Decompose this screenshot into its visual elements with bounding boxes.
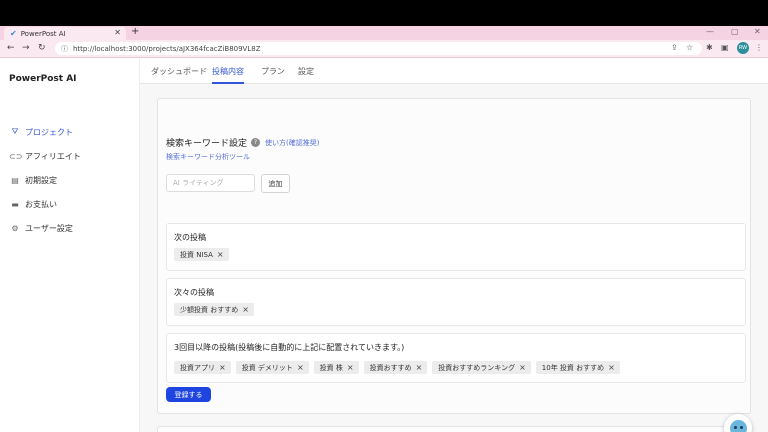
browser-tab-bar: ✔ PowerPost AI ✕ + — ▢ ✕ <box>0 26 768 40</box>
info-icon[interactable]: ⓘ <box>61 44 68 54</box>
maximize-icon[interactable]: ▢ <box>731 27 739 36</box>
keyword-settings-card: 検索キーワード設定 ? 使い方(確認推奨) 検索キーワード分析ツール 追加 次の… <box>157 98 751 414</box>
gear-icon: ⚙ <box>11 223 19 233</box>
section-title: 検索キーワード設定 ? 使い方(確認推奨) <box>166 136 319 149</box>
sidebar-item-payment[interactable]: ▬ お支払い <box>9 197 57 211</box>
briefcase-icon: ▤ <box>11 175 19 185</box>
sidebar-item-label: 初期設定 <box>25 175 57 185</box>
affiliate-icon: ⊂⊃ <box>9 151 23 161</box>
sidebar-item-affiliate[interactable]: ⊂⊃ アフィリエイト <box>9 149 81 163</box>
browser-toolbar: ← → ↻ ⓘ http://localhost:3000/projects/a… <box>0 40 768 58</box>
sidebar-item-label: アフィリエイト <box>25 151 81 161</box>
remove-chip-icon[interactable]: × <box>242 305 249 314</box>
secondary-card <box>157 426 751 432</box>
third-onward-post-panel: 3回目以降の投稿(投稿後に自動的に上記に配置されていきます。) 投資アプリ × … <box>166 333 746 383</box>
sidepanel-icon[interactable]: ▣ <box>721 43 729 52</box>
chip-label: 投資アプリ <box>180 363 215 372</box>
sidebar-item-label: プロジェクト <box>25 127 73 137</box>
keyword-chip: 投資おすすめ × <box>363 361 428 374</box>
chatbot-icon <box>729 419 747 432</box>
sidebar-item-project[interactable]: ⛛ プロジェクト <box>9 125 73 139</box>
chip-label: 少額投資 おすすめ <box>180 305 239 314</box>
keyword-chip: 投資おすすめランキング × <box>432 361 531 374</box>
favicon-icon: ✔ <box>10 29 17 38</box>
panel-title: 次の投稿 <box>174 233 206 242</box>
profile-avatar[interactable]: RW <box>737 42 749 54</box>
new-tab-button[interactable]: + <box>131 26 139 37</box>
chip-label: 10年 投資 おすすめ <box>541 363 605 372</box>
remove-chip-icon[interactable]: × <box>519 363 526 372</box>
forward-icon[interactable]: → <box>22 43 30 53</box>
keyword-input[interactable] <box>166 174 255 192</box>
main-content: 検索キーワード設定 ? 使い方(確認推奨) 検索キーワード分析ツール 追加 次の… <box>140 84 768 432</box>
panel-title: 次々の投稿 <box>174 288 214 297</box>
remove-chip-icon[interactable]: × <box>217 250 224 259</box>
brand-title: PowerPost AI <box>9 74 77 84</box>
keyword-chip: 投資 株 × <box>313 361 359 374</box>
next-post-panel: 次の投稿 投資 NISA × <box>166 223 746 271</box>
share-icon[interactable]: ⇪ <box>671 43 678 52</box>
chip-label: 投資おすすめ <box>369 363 412 372</box>
section-title-text: 検索キーワード設定 <box>166 139 248 149</box>
chip-label: 投資 NISA <box>180 250 213 259</box>
keyword-chip: 投資 デメリット × <box>235 361 309 374</box>
sidebar-item-label: お支払い <box>25 199 57 209</box>
chip-label: 投資 株 <box>319 363 343 372</box>
add-keyword-button[interactable]: 追加 <box>261 174 290 193</box>
chip-row: 投資アプリ × 投資 デメリット × 投資 株 × 投資おすすめ × 投資おすす… <box>174 361 620 374</box>
register-button[interactable]: 登録する <box>166 387 211 402</box>
remove-chip-icon[interactable]: × <box>297 363 304 372</box>
sidebar: PowerPost AI ⛛ プロジェクト ⊂⊃ アフィリエイト ▤ 初期設定 … <box>0 58 140 432</box>
keyword-analysis-tool-link[interactable]: 検索キーワード分析ツール <box>166 152 250 162</box>
minimize-icon[interactable]: — <box>706 27 714 36</box>
url-text: http://localhost:3000/projects/aJX364fca… <box>73 44 261 53</box>
remove-chip-icon[interactable]: × <box>347 363 354 372</box>
back-icon[interactable]: ← <box>7 43 15 53</box>
chip-row: 少額投資 おすすめ × <box>174 303 254 316</box>
sidebar-item-label: ユーザー設定 <box>25 223 73 233</box>
tab-post-content[interactable]: 投稿内容 <box>212 66 244 84</box>
browser-tab-title: PowerPost AI <box>20 29 66 38</box>
browser-tab[interactable]: ✔ PowerPost AI ✕ <box>4 27 126 40</box>
remove-chip-icon[interactable]: × <box>416 363 423 372</box>
remove-chip-icon[interactable]: × <box>219 363 226 372</box>
chip-row: 投資 NISA × <box>174 248 229 261</box>
tab-dashboard[interactable]: ダッシュボード <box>151 66 207 84</box>
sidebar-item-user-settings[interactable]: ⚙ ユーザー設定 <box>9 221 73 235</box>
tab-plan[interactable]: プラン <box>261 66 285 84</box>
howto-link[interactable]: 使い方(確認推奨) <box>265 138 319 148</box>
close-tab-icon[interactable]: ✕ <box>114 28 121 37</box>
after-next-post-panel: 次々の投稿 少額投資 おすすめ × <box>166 278 746 326</box>
help-icon[interactable]: ? <box>251 138 261 147</box>
project-icon: ⛛ <box>11 127 19 136</box>
reload-icon[interactable]: ↻ <box>38 43 46 53</box>
tab-settings[interactable]: 設定 <box>298 66 314 84</box>
sidebar-item-initial-settings[interactable]: ▤ 初期設定 <box>9 173 57 187</box>
chip-label: 投資おすすめランキング <box>438 363 516 372</box>
window-close-icon[interactable]: ✕ <box>754 27 761 36</box>
chip-label: 投資 デメリット <box>241 363 293 372</box>
panel-title: 3回目以降の投稿(投稿後に自動的に上記に配置されていきます。) <box>174 343 405 352</box>
keyword-chip: 少額投資 おすすめ × <box>174 303 254 316</box>
keyword-chip: 投資アプリ × <box>174 361 231 374</box>
top-nav: ダッシュボード 投稿内容 プラン 設定 <box>140 58 768 84</box>
browser-window: ✔ PowerPost AI ✕ + — ▢ ✕ ← → ↻ ⓘ http://… <box>0 26 768 432</box>
keyword-chip: 投資 NISA × <box>174 248 229 261</box>
keyword-chip: 10年 投資 おすすめ × <box>535 361 620 374</box>
browser-menu-icon[interactable]: ⋮ <box>755 43 763 52</box>
extensions-icon[interactable]: ✱ <box>706 43 713 52</box>
bookmark-star-icon[interactable]: ☆ <box>686 43 693 52</box>
address-bar[interactable]: ⓘ http://localhost:3000/projects/aJX364f… <box>55 42 702 55</box>
remove-chip-icon[interactable]: × <box>608 363 615 372</box>
card-icon: ▬ <box>11 199 19 209</box>
